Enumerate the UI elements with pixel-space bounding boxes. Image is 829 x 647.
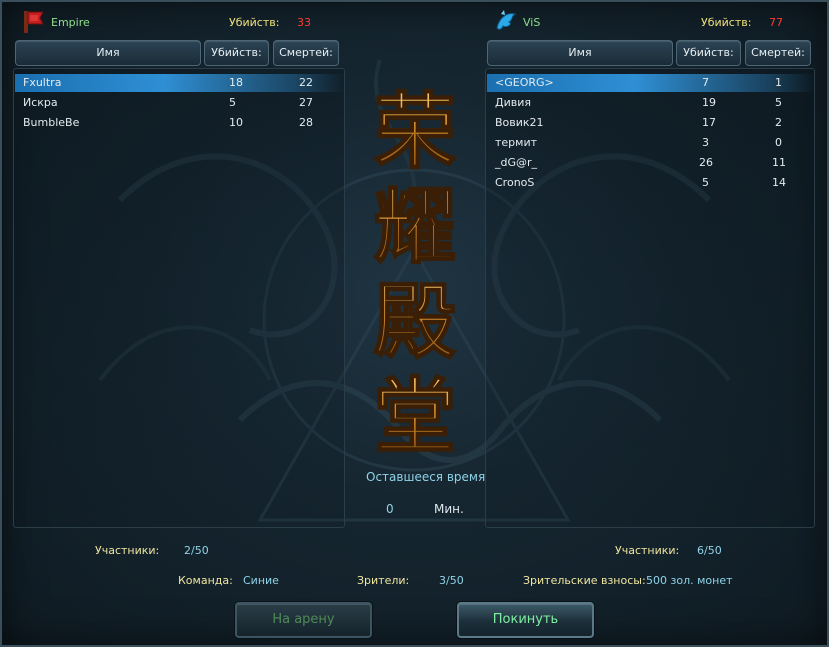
right-player-row[interactable]: _dG@r_ 26 11 [487,154,815,172]
left-team-name: Empire [51,16,90,29]
right-kills-value: 77 [769,16,783,29]
right-participants-label: Участники: [615,544,680,557]
player-kills: 26 [699,156,713,169]
player-deaths: 14 [772,176,786,189]
team-label: Команда: [178,574,233,587]
left-player-list [13,68,345,528]
right-player-row[interactable]: Дивия 19 5 [487,94,815,112]
player-kills: 5 [229,96,236,109]
right-player-row[interactable]: <GEORG> 7 1 [487,74,815,92]
spectator-fee-label: Зрительские взносы: [523,574,646,587]
left-header-kills[interactable]: Убийств: [204,40,269,66]
right-player-row[interactable]: Вовик21 17 2 [487,114,815,132]
right-header-kills[interactable]: Убийств: [676,40,741,66]
player-kills: 17 [702,116,716,129]
player-deaths: 0 [775,136,782,149]
spectators-label: Зрители: [357,574,410,587]
player-deaths: 5 [775,96,782,109]
player-deaths: 2 [775,116,782,129]
player-name: Fxultra [23,76,62,89]
player-kills: 5 [702,176,709,189]
player-name: Искра [23,96,58,109]
left-player-row[interactable]: BumbleBe 10 28 [15,114,345,132]
team-value: Синие [243,574,279,587]
player-name: термит [495,136,538,149]
player-deaths: 22 [299,76,313,89]
left-player-row[interactable]: Fxultra 18 22 [15,74,345,92]
player-name: Дивия [495,96,531,109]
leave-button[interactable]: Покинуть [457,602,594,638]
left-participants-label: Участники: [95,544,160,557]
player-name: Вовик21 [495,116,544,129]
title-glyph: 殿 [374,274,456,370]
right-player-row[interactable]: термит 3 0 [487,134,815,152]
right-player-row[interactable]: CronoS 5 14 [487,174,815,192]
player-kills: 3 [702,136,709,149]
player-kills: 18 [229,76,243,89]
remaining-time-value: 0 [386,502,394,516]
player-deaths: 28 [299,116,313,129]
right-team-name: ViS [523,16,541,29]
remaining-time-label: Оставшееся время [366,470,486,484]
blue-dragon-icon [496,10,517,30]
left-player-row[interactable]: Искра 5 27 [15,94,345,112]
right-kills-label: Убийств: [701,16,752,29]
right-header-deaths[interactable]: Смертей: [745,40,811,66]
player-name: _dG@r_ [495,156,538,169]
player-deaths: 11 [772,156,786,169]
left-participants-value: 2/50 [184,544,209,557]
player-deaths: 1 [775,76,782,89]
title-glyph: 堂 [374,369,456,465]
player-deaths: 27 [299,96,313,109]
left-kills-value: 33 [297,16,311,29]
player-kills: 10 [229,116,243,129]
right-header-name[interactable]: Имя [487,40,673,66]
player-name: BumbleBe [23,116,80,129]
title-glyph: 耀 [374,179,456,275]
spectator-fee-value: 500 зол. монет [646,574,733,587]
right-participants-value: 6/50 [697,544,722,557]
title-glyph: 荣 [374,85,456,180]
spectators-value: 3/50 [439,574,464,587]
red-banner-icon [24,11,44,33]
left-header-deaths[interactable]: Смертей: [273,40,339,66]
left-kills-label: Убийств: [229,16,280,29]
hall-of-glory-title: 荣 耀 殿 堂 [373,85,457,465]
player-name: <GEORG> [495,76,554,89]
remaining-time-unit: Мин. [434,502,464,516]
player-kills: 19 [702,96,716,109]
player-name: CronoS [495,176,535,189]
to-arena-button[interactable]: На арену [235,602,372,638]
player-kills: 7 [702,76,709,89]
left-header-name[interactable]: Имя [15,40,201,66]
